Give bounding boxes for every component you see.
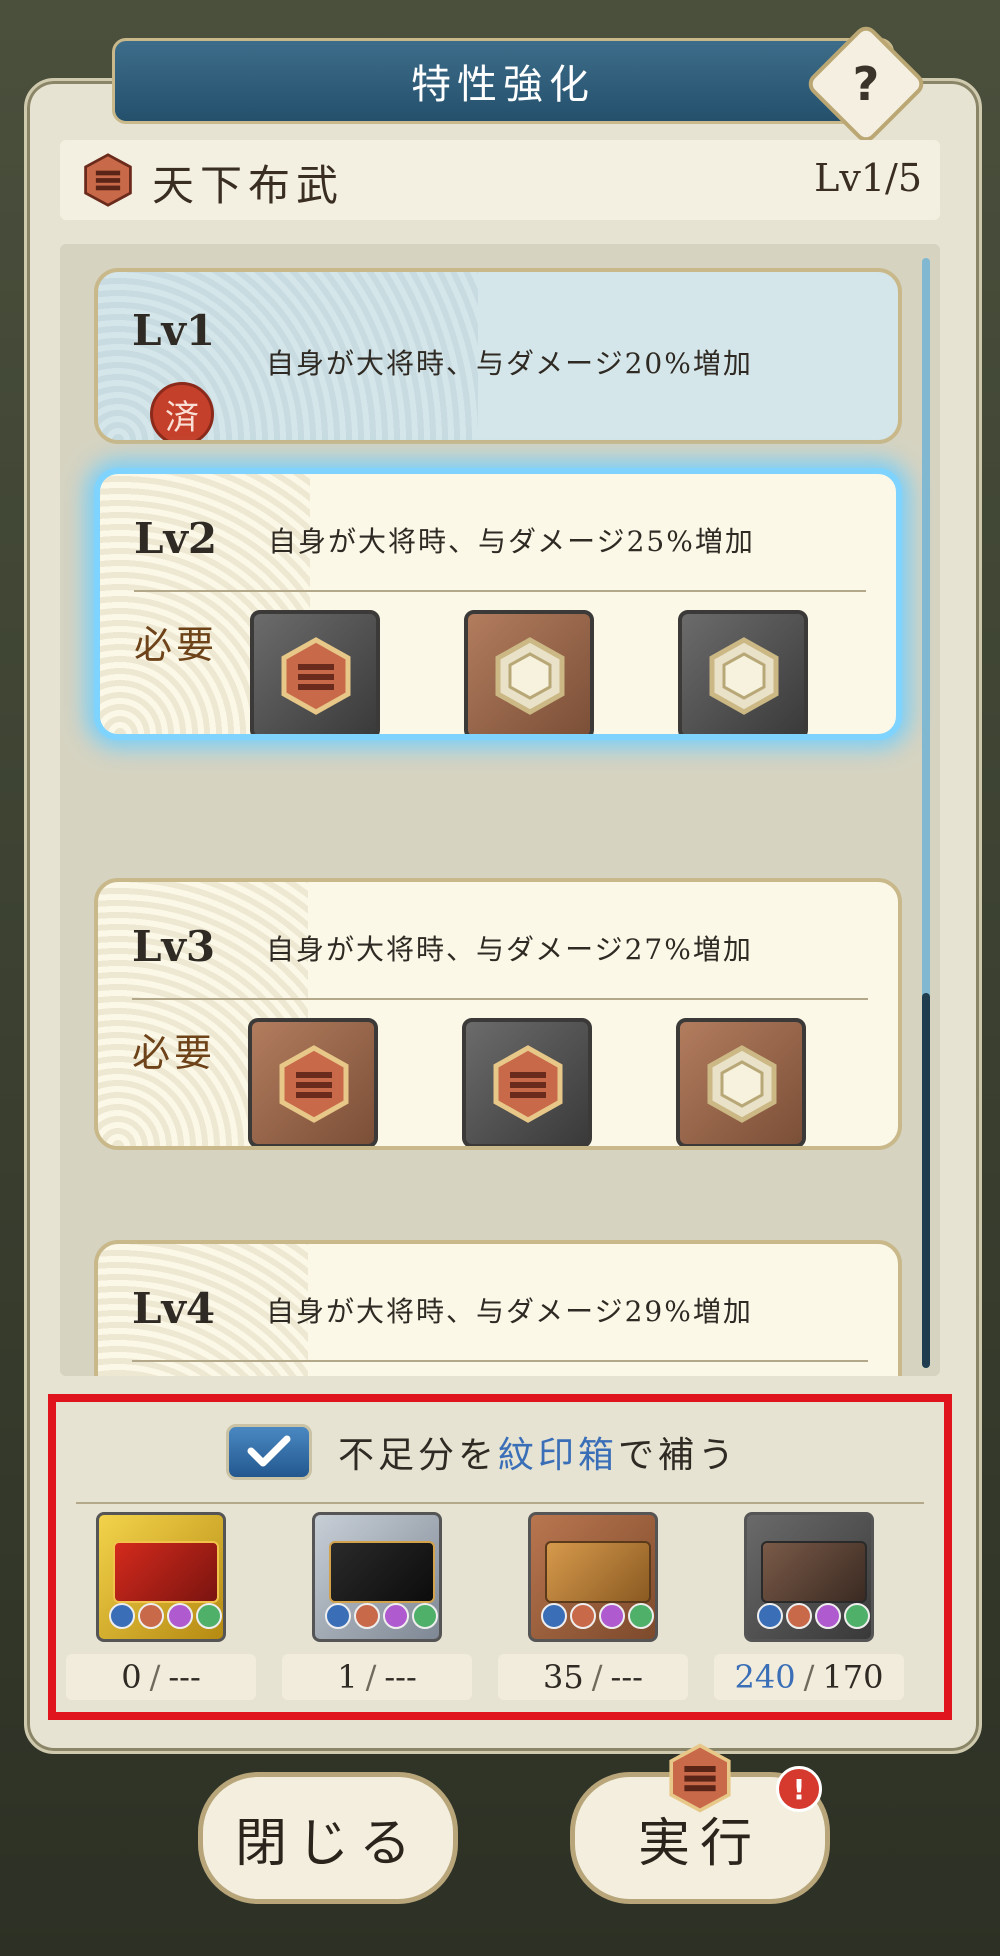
completed-seal-icon: 済 bbox=[150, 382, 214, 440]
level-label: Lv2 bbox=[134, 514, 218, 563]
alert-badge-icon: ! bbox=[776, 1766, 822, 1812]
skill-hex-icon bbox=[84, 153, 132, 207]
required-label: 必要 bbox=[134, 623, 219, 667]
divider bbox=[132, 1360, 868, 1362]
divider bbox=[132, 998, 868, 1000]
supplement-label: 不足分を紋印箱で補う bbox=[338, 1435, 739, 1476]
bronze-chest-icon bbox=[545, 1541, 651, 1603]
panel-title: 特性強化 bbox=[112, 38, 894, 124]
scroll-thumb[interactable] bbox=[922, 993, 930, 1368]
skill-hex-icon bbox=[669, 1743, 731, 1813]
level-card-1[interactable]: Lv1 済 自身が大将時、与ダメージ20%増加 bbox=[94, 268, 902, 444]
silver-hex-seal-icon bbox=[495, 637, 565, 715]
red-hex-seal-icon bbox=[493, 1045, 563, 1123]
gold-chest-icon bbox=[113, 1541, 219, 1603]
red-hex-seal-icon bbox=[279, 1045, 349, 1123]
seal-box-iron[interactable]: 240/170 bbox=[714, 1512, 904, 1700]
level-label: Lv3 bbox=[132, 922, 216, 971]
skill-level: Lv1/5 bbox=[814, 156, 922, 200]
level-list[interactable]: Lv1 済 自身が大将時、与ダメージ20%増加 Lv2 自身が大将時、与ダメージ… bbox=[60, 244, 940, 1376]
red-hex-seal-icon bbox=[281, 637, 351, 715]
supplement-checkbox[interactable] bbox=[226, 1424, 312, 1480]
level-desc: 自身が大将時、与ダメージ29%増加 bbox=[266, 1295, 753, 1328]
material-item[interactable]: 200/480 bbox=[218, 1018, 408, 1146]
divider bbox=[76, 1502, 924, 1504]
material-item[interactable]: 200/120 bbox=[434, 610, 624, 734]
seal-box-gold[interactable]: 0/--- bbox=[66, 1512, 256, 1700]
required-label: 必要 bbox=[132, 1031, 217, 1075]
material-item[interactable]: 310/960 bbox=[432, 1018, 622, 1146]
level-desc: 自身が大将時、与ダメージ25%増加 bbox=[268, 525, 755, 558]
material-item[interactable]: 500/360 bbox=[648, 610, 838, 734]
level-label: Lv4 bbox=[132, 1284, 216, 1333]
level-desc: 自身が大将時、与ダメージ27%増加 bbox=[266, 933, 753, 966]
close-button[interactable]: 閉じる bbox=[198, 1772, 458, 1904]
seal-box-bronze[interactable]: 35/--- bbox=[498, 1512, 688, 1700]
seal-box-silver[interactable]: 1/--- bbox=[282, 1512, 472, 1700]
skill-header: 天下布武 Lv1/5 bbox=[60, 140, 940, 220]
checkmark-icon bbox=[247, 1435, 291, 1467]
skill-name: 天下布武 bbox=[152, 161, 345, 210]
material-item[interactable]: 310/480 bbox=[220, 610, 410, 734]
level-desc: 自身が大将時、与ダメージ20%増加 bbox=[266, 347, 753, 380]
material-item[interactable]: 200/120 bbox=[646, 1018, 836, 1146]
iron-chest-icon bbox=[761, 1541, 867, 1603]
level-card-3[interactable]: Lv3 自身が大将時、与ダメージ27%増加 必要 200/480 310/960… bbox=[94, 878, 902, 1150]
divider bbox=[134, 590, 866, 592]
help-icon: ? bbox=[852, 57, 880, 111]
silver-hex-seal-icon bbox=[707, 1045, 777, 1123]
silver-chest-icon bbox=[329, 1541, 435, 1603]
level-label: Lv1 bbox=[132, 306, 216, 355]
silver-hex-seal-icon bbox=[709, 637, 779, 715]
level-card-4[interactable]: Lv4 自身が大将時、与ダメージ29%増加 bbox=[94, 1240, 902, 1376]
list-scrollbar[interactable] bbox=[922, 258, 930, 1368]
level-card-2[interactable]: Lv2 自身が大将時、与ダメージ25%増加 必要 310/480 200/120… bbox=[94, 468, 902, 740]
supplement-section: 不足分を紋印箱で補う 0/--- 1/--- 35/--- 240/170 bbox=[48, 1394, 952, 1720]
